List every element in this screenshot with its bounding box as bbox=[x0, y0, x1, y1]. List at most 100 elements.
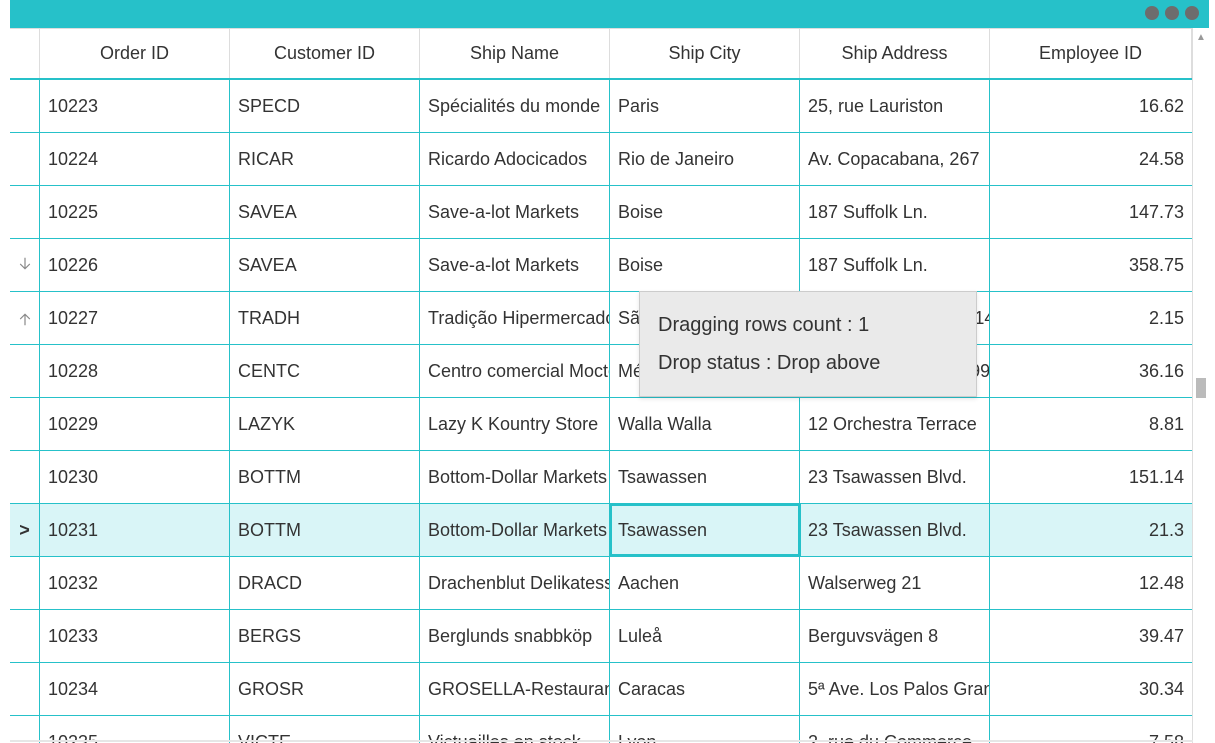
cell-employee-id[interactable]: 151.14 bbox=[990, 451, 1192, 503]
cell-employee-id[interactable]: 12.48 bbox=[990, 557, 1192, 609]
cell-ship-address[interactable]: 23 Tsawassen Blvd. bbox=[800, 504, 990, 556]
cell-employee-id[interactable]: 39.47 bbox=[990, 610, 1192, 662]
table-row[interactable]: >10231BOTTMBottom-Dollar MarketsTsawasse… bbox=[10, 504, 1192, 557]
cell-ship-name[interactable]: Tradição Hipermercados bbox=[420, 292, 610, 344]
cell-customer-id[interactable]: SAVEA bbox=[230, 239, 420, 291]
cell-employee-id[interactable]: 2.15 bbox=[990, 292, 1192, 344]
cell-order-id[interactable]: 10227 bbox=[40, 292, 230, 344]
cell-customer-id[interactable]: SAVEA bbox=[230, 186, 420, 238]
cell-order-id[interactable]: 10229 bbox=[40, 398, 230, 450]
cell-ship-address[interactable]: 2, rue du Commerce bbox=[800, 716, 990, 743]
table-row[interactable]: 10225SAVEASave-a-lot MarketsBoise187 Suf… bbox=[10, 186, 1192, 239]
table-row[interactable]: 10228CENTCCentro comercial MoctezumaMéxi… bbox=[10, 345, 1192, 398]
cell-ship-city[interactable]: Walla Walla bbox=[610, 398, 800, 450]
cell-employee-id[interactable]: 36.16 bbox=[990, 345, 1192, 397]
table-row[interactable]: 10224RICARRicardo AdocicadosRio de Janei… bbox=[10, 133, 1192, 186]
cell-ship-city[interactable]: Tsawassen bbox=[610, 451, 800, 503]
window-control-dot[interactable] bbox=[1145, 6, 1159, 20]
cell-order-id[interactable]: 10232 bbox=[40, 557, 230, 609]
cell-employee-id[interactable]: 8.81 bbox=[990, 398, 1192, 450]
cell-ship-name[interactable]: Save-a-lot Markets bbox=[420, 186, 610, 238]
cell-customer-id[interactable]: BOTTM bbox=[230, 451, 420, 503]
cell-customer-id[interactable]: VICTE bbox=[230, 716, 420, 743]
window-titlebar[interactable] bbox=[10, 0, 1209, 28]
cell-order-id[interactable]: 10235 bbox=[40, 716, 230, 743]
cell-ship-name[interactable]: Spécialités du monde bbox=[420, 80, 610, 132]
cell-employee-id[interactable]: 358.75 bbox=[990, 239, 1192, 291]
cell-ship-address[interactable]: Av. Copacabana, 267 bbox=[800, 133, 990, 185]
cell-ship-name[interactable]: Centro comercial Moctezuma bbox=[420, 345, 610, 397]
cell-employee-id[interactable]: 16.62 bbox=[990, 80, 1192, 132]
table-row[interactable]: 10223SPECDSpécialités du mondeParis25, r… bbox=[10, 80, 1192, 133]
cell-ship-name[interactable]: Lazy K Kountry Store bbox=[420, 398, 610, 450]
cell-ship-address[interactable]: 187 Suffolk Ln. bbox=[800, 186, 990, 238]
column-header-customer-id[interactable]: Customer ID bbox=[230, 28, 420, 78]
table-row[interactable]: 10227TRADHTradição HipermercadosSão Paul… bbox=[10, 292, 1192, 345]
column-header-employee-id[interactable]: Employee ID bbox=[990, 28, 1192, 78]
cell-ship-city[interactable]: Luleå bbox=[610, 610, 800, 662]
cell-ship-name[interactable]: Victuailles en stock bbox=[420, 716, 610, 743]
cell-ship-address[interactable]: 5ª Ave. Los Palos Grandes bbox=[800, 663, 990, 715]
column-header-ship-address[interactable]: Ship Address bbox=[800, 28, 990, 78]
cell-ship-city[interactable]: Lyon bbox=[610, 716, 800, 743]
cell-order-id[interactable]: 10226 bbox=[40, 239, 230, 291]
cell-employee-id[interactable]: 24.58 bbox=[990, 133, 1192, 185]
cell-order-id[interactable]: 10225 bbox=[40, 186, 230, 238]
cell-customer-id[interactable]: CENTC bbox=[230, 345, 420, 397]
column-header-ship-name[interactable]: Ship Name bbox=[420, 28, 610, 78]
cell-ship-name[interactable]: Drachenblut Delikatessen bbox=[420, 557, 610, 609]
cell-ship-address[interactable]: Berguvsvägen 8 bbox=[800, 610, 990, 662]
scrollbar-thumb[interactable] bbox=[1196, 378, 1206, 398]
cell-ship-name[interactable]: Bottom-Dollar Markets bbox=[420, 451, 610, 503]
cell-employee-id[interactable]: 147.73 bbox=[990, 186, 1192, 238]
cell-ship-address[interactable]: 25, rue Lauriston bbox=[800, 80, 990, 132]
cell-ship-address[interactable]: 187 Suffolk Ln. bbox=[800, 239, 990, 291]
cell-order-id[interactable]: 10230 bbox=[40, 451, 230, 503]
cell-employee-id[interactable]: 30.34 bbox=[990, 663, 1192, 715]
cell-ship-name[interactable]: Ricardo Adocicados bbox=[420, 133, 610, 185]
cell-order-id[interactable]: 10233 bbox=[40, 610, 230, 662]
cell-customer-id[interactable]: SPECD bbox=[230, 80, 420, 132]
cell-ship-name[interactable]: Bottom-Dollar Markets bbox=[420, 504, 610, 556]
cell-order-id[interactable]: 10234 bbox=[40, 663, 230, 715]
cell-customer-id[interactable]: GROSR bbox=[230, 663, 420, 715]
window-control-dot[interactable] bbox=[1165, 6, 1179, 20]
cell-ship-city[interactable]: Rio de Janeiro bbox=[610, 133, 800, 185]
cell-ship-address[interactable]: 12 Orchestra Terrace bbox=[800, 398, 990, 450]
cell-customer-id[interactable]: BOTTM bbox=[230, 504, 420, 556]
table-row[interactable]: 10234GROSRGROSELLA-RestauranteCaracas5ª … bbox=[10, 663, 1192, 716]
column-header-ship-city[interactable]: Ship City bbox=[610, 28, 800, 78]
cell-ship-address[interactable]: Walserweg 21 bbox=[800, 557, 990, 609]
table-row[interactable]: 10226SAVEASave-a-lot MarketsBoise187 Suf… bbox=[10, 239, 1192, 292]
cell-order-id[interactable]: 10223 bbox=[40, 80, 230, 132]
cell-order-id[interactable]: 10231 bbox=[40, 504, 230, 556]
column-header-order-id[interactable]: Order ID bbox=[40, 28, 230, 78]
table-row[interactable]: 10230BOTTMBottom-Dollar MarketsTsawassen… bbox=[10, 451, 1192, 504]
cell-ship-name[interactable]: Berglunds snabbköp bbox=[420, 610, 610, 662]
cell-ship-name[interactable]: Save-a-lot Markets bbox=[420, 239, 610, 291]
cell-customer-id[interactable]: BERGS bbox=[230, 610, 420, 662]
vertical-scrollbar[interactable]: ▲ bbox=[1193, 28, 1209, 739]
cell-ship-name[interactable]: GROSELLA-Restaurante bbox=[420, 663, 610, 715]
cell-employee-id[interactable]: 21.3 bbox=[990, 504, 1192, 556]
table-row[interactable]: 10235VICTEVictuailles en stockLyon2, rue… bbox=[10, 716, 1192, 743]
cell-customer-id[interactable]: DRACD bbox=[230, 557, 420, 609]
table-row[interactable]: 10232DRACDDrachenblut DelikatessenAachen… bbox=[10, 557, 1192, 610]
window-control-dot[interactable] bbox=[1185, 6, 1199, 20]
cell-ship-city[interactable]: Boise bbox=[610, 239, 800, 291]
cell-ship-address[interactable]: 23 Tsawassen Blvd. bbox=[800, 451, 990, 503]
cell-order-id[interactable]: 10228 bbox=[40, 345, 230, 397]
cell-ship-city[interactable]: Tsawassen bbox=[610, 504, 800, 556]
cell-order-id[interactable]: 10224 bbox=[40, 133, 230, 185]
cell-ship-city[interactable]: Paris bbox=[610, 80, 800, 132]
table-row[interactable]: 10229LAZYKLazy K Kountry StoreWalla Wall… bbox=[10, 398, 1192, 451]
scroll-up-arrow-icon[interactable]: ▲ bbox=[1195, 32, 1207, 44]
cell-employee-id[interactable]: 7.58 bbox=[990, 716, 1192, 743]
cell-ship-city[interactable]: Caracas bbox=[610, 663, 800, 715]
table-row[interactable]: 10233BERGSBerglunds snabbköpLuleåBerguvs… bbox=[10, 610, 1192, 663]
cell-ship-city[interactable]: Aachen bbox=[610, 557, 800, 609]
cell-ship-city[interactable]: Boise bbox=[610, 186, 800, 238]
cell-customer-id[interactable]: TRADH bbox=[230, 292, 420, 344]
cell-customer-id[interactable]: LAZYK bbox=[230, 398, 420, 450]
cell-customer-id[interactable]: RICAR bbox=[230, 133, 420, 185]
